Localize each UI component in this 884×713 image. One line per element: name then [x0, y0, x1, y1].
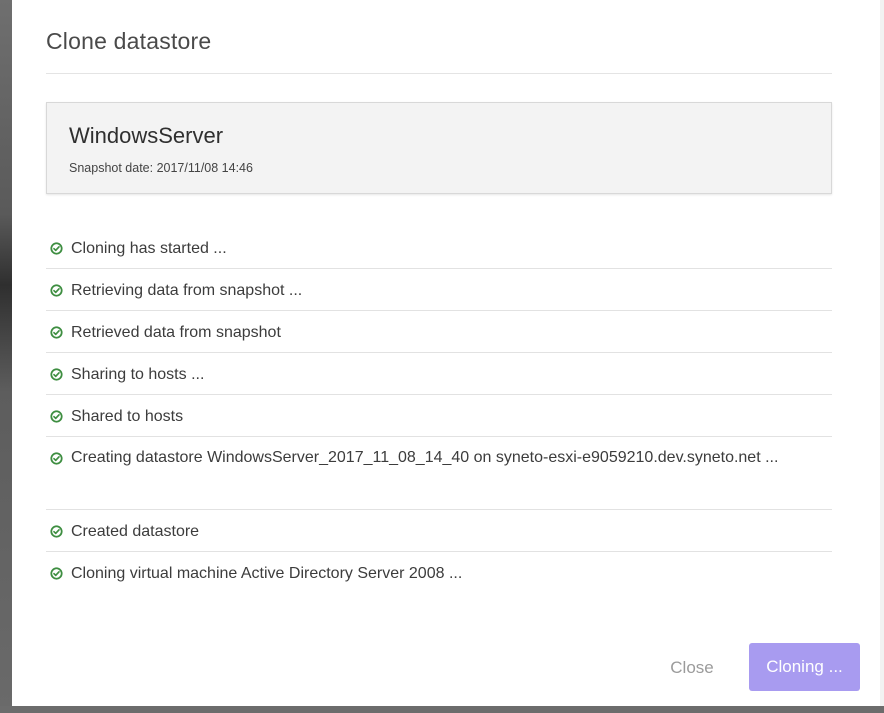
progress-step: Cloning has started ...	[46, 227, 832, 269]
progress-step: Cloning virtual machine Active Directory…	[46, 552, 832, 594]
progress-step: Creating datastore WindowsServer_2017_11…	[46, 437, 832, 510]
progress-step-text: Creating datastore WindowsServer_2017_11…	[71, 449, 779, 466]
check-circle-icon	[50, 567, 63, 580]
progress-step-text: Cloning has started ...	[71, 240, 227, 257]
progress-step-text: Sharing to hosts ...	[71, 366, 205, 383]
snapshot-card: WindowsServer Snapshot date: 2017/11/08 …	[46, 102, 832, 194]
progress-step: Shared to hosts	[46, 395, 832, 437]
progress-step: Retrieved data from snapshot	[46, 311, 832, 353]
title-divider	[46, 73, 832, 74]
cloning-button[interactable]: Cloning ...	[749, 643, 860, 691]
clone-datastore-dialog: Clone datastore WindowsServer Snapshot d…	[12, 0, 880, 706]
snapshot-date: Snapshot date: 2017/11/08 14:46	[69, 161, 253, 175]
check-circle-icon	[50, 242, 63, 255]
page-backdrop-bottom	[0, 706, 884, 713]
progress-step-text: Created datastore	[71, 523, 200, 540]
page-backdrop-right	[880, 0, 884, 713]
close-button[interactable]: Close	[662, 650, 722, 686]
check-circle-icon	[50, 410, 63, 423]
dialog-title: Clone datastore	[46, 28, 212, 54]
progress-steps-list: Cloning has started ... Retrieving data …	[46, 227, 832, 594]
progress-step: Sharing to hosts ...	[46, 353, 832, 395]
progress-step: Retrieving data from snapshot ...	[46, 269, 832, 311]
progress-step-text: Retrieving data from snapshot ...	[71, 282, 303, 299]
check-circle-icon	[50, 368, 63, 381]
progress-step-text: Shared to hosts	[71, 408, 184, 425]
check-circle-icon	[50, 284, 63, 297]
page-backdrop	[0, 0, 12, 713]
check-circle-icon	[50, 525, 63, 538]
progress-step-text: Retrieved data from snapshot	[71, 324, 281, 341]
check-circle-icon	[50, 326, 63, 339]
progress-step-text: Cloning virtual machine Active Directory…	[71, 565, 463, 582]
progress-step: Created datastore	[46, 510, 832, 552]
snapshot-name: WindowsServer	[69, 123, 224, 148]
